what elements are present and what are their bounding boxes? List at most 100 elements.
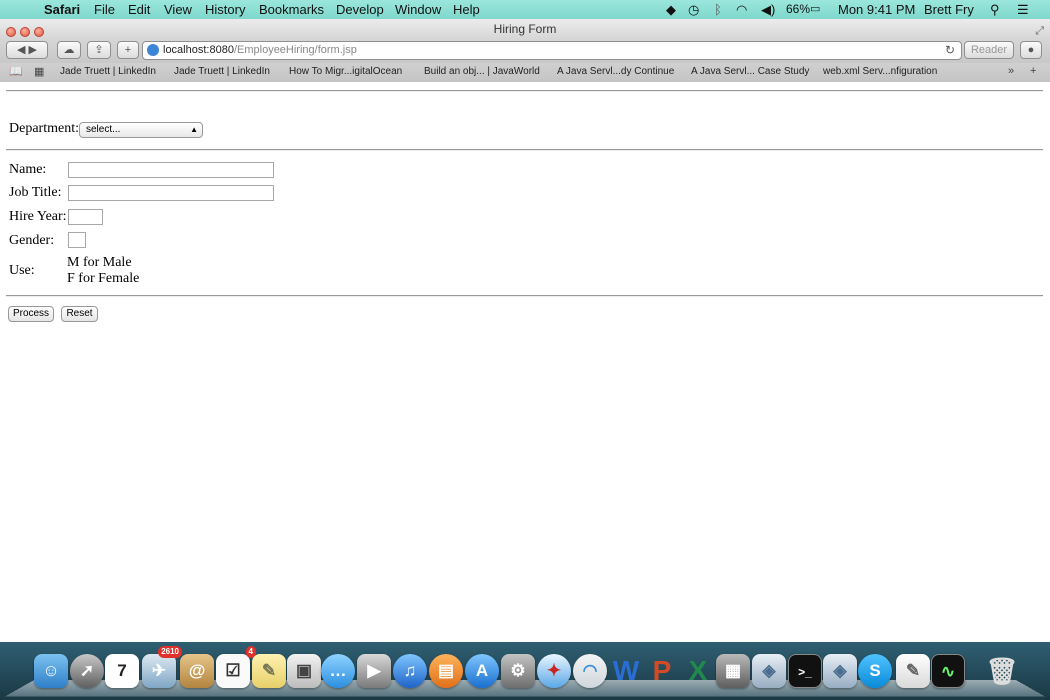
menu-help[interactable]: Help	[453, 2, 480, 17]
reading-list-icon[interactable]: 📖	[9, 65, 23, 78]
gender-hint-male: M for Male	[67, 255, 132, 270]
bookmark-item[interactable]: How To Migr...igitalOcean	[289, 66, 402, 77]
url-host: localhost:8080	[163, 44, 234, 56]
process-button[interactable]: Process	[8, 306, 54, 322]
divider	[6, 149, 1043, 151]
word-icon[interactable]: W	[609, 654, 643, 688]
dropbox-icon[interactable]: ◆	[666, 2, 676, 18]
add-bookmark-button[interactable]: +	[117, 41, 139, 59]
mail-icon[interactable]: ✈ 2610	[142, 646, 182, 688]
forward-icon[interactable]: ▶	[29, 44, 37, 56]
menubar-clock[interactable]: Mon 9:41 PM	[838, 2, 915, 17]
bookmark-item[interactable]: Jade Truett | LinkedIn	[174, 66, 270, 77]
downloads-icon: ●	[1027, 44, 1035, 56]
virtualbox-icon[interactable]: ◈	[752, 654, 786, 688]
minimize-window-button[interactable]	[20, 27, 30, 37]
new-tab-icon[interactable]: +	[1030, 65, 1036, 77]
icloud-tabs-button[interactable]: ☁	[57, 41, 81, 59]
time-machine-icon[interactable]: ◷	[688, 2, 699, 18]
title-bar: Hiring Form ⤢	[0, 19, 1050, 39]
menu-file[interactable]: File	[94, 2, 115, 17]
preview-icon[interactable]: ▣	[287, 654, 321, 688]
activity-monitor-icon[interactable]: ∿	[931, 654, 965, 688]
textedit-icon[interactable]: ✎	[896, 654, 930, 688]
select-arrows-icon: ▲	[190, 125, 198, 134]
back-forward-buttons[interactable]: ◀ ▶	[6, 41, 48, 59]
notification-center-icon[interactable]: ☰	[1017, 2, 1029, 18]
finder-icon[interactable]: ☺	[34, 654, 68, 688]
gender-input[interactable]	[68, 232, 86, 248]
virtualbox-icon-2[interactable]: ◈	[823, 654, 857, 688]
bookmark-item[interactable]: A Java Servl...dy Continue	[557, 66, 674, 77]
gender-label: Gender:	[9, 233, 55, 248]
hire-year-label: Hire Year:	[9, 209, 67, 224]
share-icon: ⇪	[94, 44, 104, 56]
downloads-button[interactable]: ●	[1020, 41, 1042, 59]
itunes-icon[interactable]: ♫	[393, 654, 427, 688]
share-button[interactable]: ⇪	[87, 41, 111, 59]
network-icon[interactable]: ◠	[573, 654, 607, 688]
menu-bookmarks[interactable]: Bookmarks	[259, 2, 324, 17]
zoom-window-button[interactable]	[34, 27, 44, 37]
back-icon[interactable]: ◀	[17, 44, 25, 56]
menu-develop[interactable]: Develop	[336, 2, 384, 17]
skype-icon[interactable]: S	[858, 654, 892, 688]
name-input[interactable]	[68, 162, 274, 178]
close-window-button[interactable]	[6, 27, 16, 37]
bookmark-item[interactable]: A Java Servl... Case Study	[691, 66, 809, 77]
ibooks-icon[interactable]: ▤	[429, 654, 463, 688]
divider	[6, 90, 1043, 92]
reader-button[interactable]: Reader	[964, 41, 1014, 59]
page-content: Department: select... ▲ Name: Job Title:…	[0, 82, 1050, 642]
name-label: Name:	[9, 162, 47, 177]
address-bar[interactable]: localhost:8080/EmployeeHiring/form.jsp ↻	[142, 41, 962, 60]
spotlight-icon[interactable]: ⚲	[990, 2, 1000, 18]
battery-percent: 66%	[786, 2, 811, 16]
safari-icon[interactable]: ✦	[537, 654, 571, 688]
job-title-label: Job Title:	[9, 185, 62, 200]
job-title-input[interactable]	[68, 185, 274, 201]
contacts-icon[interactable]: @	[180, 654, 214, 688]
divider	[6, 295, 1043, 297]
bookmark-item[interactable]: Build an obj... | JavaWorld	[424, 66, 540, 77]
messages-icon[interactable]: …	[321, 654, 355, 688]
menu-history[interactable]: History	[205, 2, 245, 17]
trash-icon[interactable]: 🗑	[985, 654, 1019, 688]
launchpad-icon[interactable]: ➚	[70, 654, 104, 688]
menu-window[interactable]: Window	[395, 2, 441, 17]
gender-hint-female: F for Female	[67, 271, 140, 286]
bookmark-item[interactable]: web.xml Serv...nfiguration	[823, 66, 937, 77]
more-bookmarks-icon[interactable]: »	[1008, 65, 1014, 77]
facetime-icon[interactable]: ▶	[357, 654, 391, 688]
notes-icon[interactable]: ✎	[252, 654, 286, 688]
menu-edit[interactable]: Edit	[128, 2, 150, 17]
department-selected-value: select...	[86, 124, 121, 135]
menu-view[interactable]: View	[164, 2, 192, 17]
hire-year-input[interactable]	[68, 209, 103, 225]
wifi-icon[interactable]: ◠	[736, 2, 747, 18]
department-select[interactable]: select... ▲	[79, 122, 203, 138]
volume-icon[interactable]: ◀)	[761, 2, 775, 18]
calendar-icon[interactable]: 7	[105, 654, 139, 688]
fullscreen-icon[interactable]: ⤢	[1035, 21, 1044, 41]
cloud-icon: ☁	[63, 44, 75, 56]
globe-icon	[147, 44, 159, 56]
menubar-user[interactable]: Brett Fry	[924, 2, 974, 17]
calendar-day: 7	[117, 661, 127, 680]
bookmark-item[interactable]: Jade Truett | LinkedIn	[60, 66, 156, 77]
reset-button[interactable]: Reset	[61, 306, 98, 322]
mail-badge: 2610	[158, 646, 182, 658]
terminal-icon[interactable]: >_	[788, 654, 822, 688]
top-sites-icon[interactable]: ▦	[34, 65, 44, 78]
battery-icon[interactable]: ▭	[810, 2, 820, 15]
calculator-icon[interactable]: ▦	[716, 654, 750, 688]
app-store-icon[interactable]: A	[465, 654, 499, 688]
app-menu-safari[interactable]: Safari	[44, 2, 80, 17]
bluetooth-icon[interactable]: ᛒ	[714, 2, 722, 17]
powerpoint-icon[interactable]: P	[645, 654, 679, 688]
system-preferences-icon[interactable]: ⚙	[501, 654, 535, 688]
reminders-icon[interactable]: ☑ 4	[216, 646, 256, 688]
reload-icon[interactable]: ↻	[945, 42, 955, 59]
browser-toolbar: ◀ ▶ ☁ ⇪ + localhost:8080/EmployeeHiring/…	[0, 39, 1050, 64]
excel-icon[interactable]: X	[681, 654, 715, 688]
